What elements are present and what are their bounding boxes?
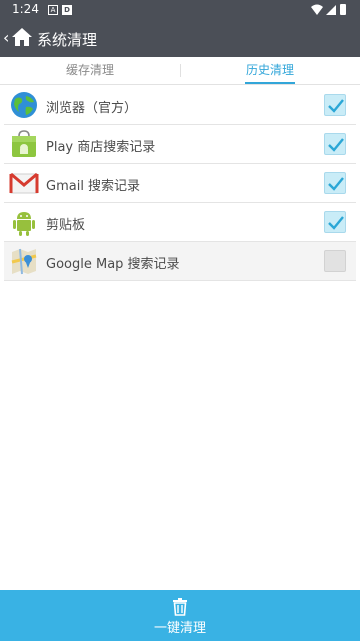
item-label: Google Map 搜索记录 (46, 257, 180, 272)
item-label: 浏览器（官方） (46, 101, 138, 116)
status-icons (311, 4, 346, 15)
app-bar: ‹ 系统清理 (0, 20, 360, 57)
gmail-icon (9, 172, 39, 194)
checkbox-clipboard[interactable] (324, 211, 346, 233)
signal-icon (326, 5, 336, 15)
status-time: 1:24 (12, 2, 39, 16)
google-maps-icon (11, 248, 37, 275)
checkbox-browser[interactable] (324, 94, 346, 116)
home-icon[interactable] (11, 27, 33, 47)
checkmark-icon (328, 99, 344, 113)
tab-cache-clean[interactable]: 缓存清理 (0, 57, 180, 84)
notification-d-icon: D (62, 5, 72, 15)
page-title: 系统清理 (37, 31, 98, 49)
battery-icon (340, 4, 346, 15)
tab-history-clean[interactable]: 历史清理 (180, 57, 360, 84)
list-item-google-map[interactable]: Google Map 搜索记录 (4, 242, 356, 281)
active-tab-indicator (245, 82, 295, 84)
browser-globe-icon (11, 92, 37, 118)
one-click-clean-label: 一键清理 (153, 621, 206, 636)
list-item-gmail[interactable]: Gmail 搜索记录 (4, 164, 356, 203)
notification-a-icon: A (48, 5, 58, 15)
tab-bar: 缓存清理 历史清理 (0, 57, 360, 85)
wifi-icon (311, 4, 323, 15)
checkbox-google-map[interactable] (324, 250, 346, 272)
one-click-clean-button[interactable]: 一键清理 (0, 590, 360, 641)
item-label: 剪贴板 (46, 218, 86, 233)
checkmark-icon (328, 138, 344, 152)
checkmark-icon (328, 216, 344, 230)
list-item-clipboard[interactable]: 剪贴板 (4, 203, 356, 242)
back-chevron-icon[interactable]: ‹ (3, 28, 9, 47)
item-label: Gmail 搜索记录 (46, 179, 141, 194)
checkbox-gmail[interactable] (324, 172, 346, 194)
list-item-browser[interactable]: 浏览器（官方） (4, 86, 356, 125)
android-clipboard-icon (13, 212, 35, 236)
item-label: Play 商店搜索记录 (46, 140, 156, 155)
checkbox-play-store[interactable] (324, 133, 346, 155)
checkmark-icon (328, 177, 344, 191)
status-bar: 1:24 A D (0, 0, 360, 20)
history-list: 浏览器（官方） Play 商店搜索记录 Gmail 搜索记录 剪贴板 Googl… (4, 86, 356, 281)
play-store-icon (12, 130, 36, 157)
list-item-play-store[interactable]: Play 商店搜索记录 (4, 125, 356, 164)
trash-icon (173, 598, 187, 616)
